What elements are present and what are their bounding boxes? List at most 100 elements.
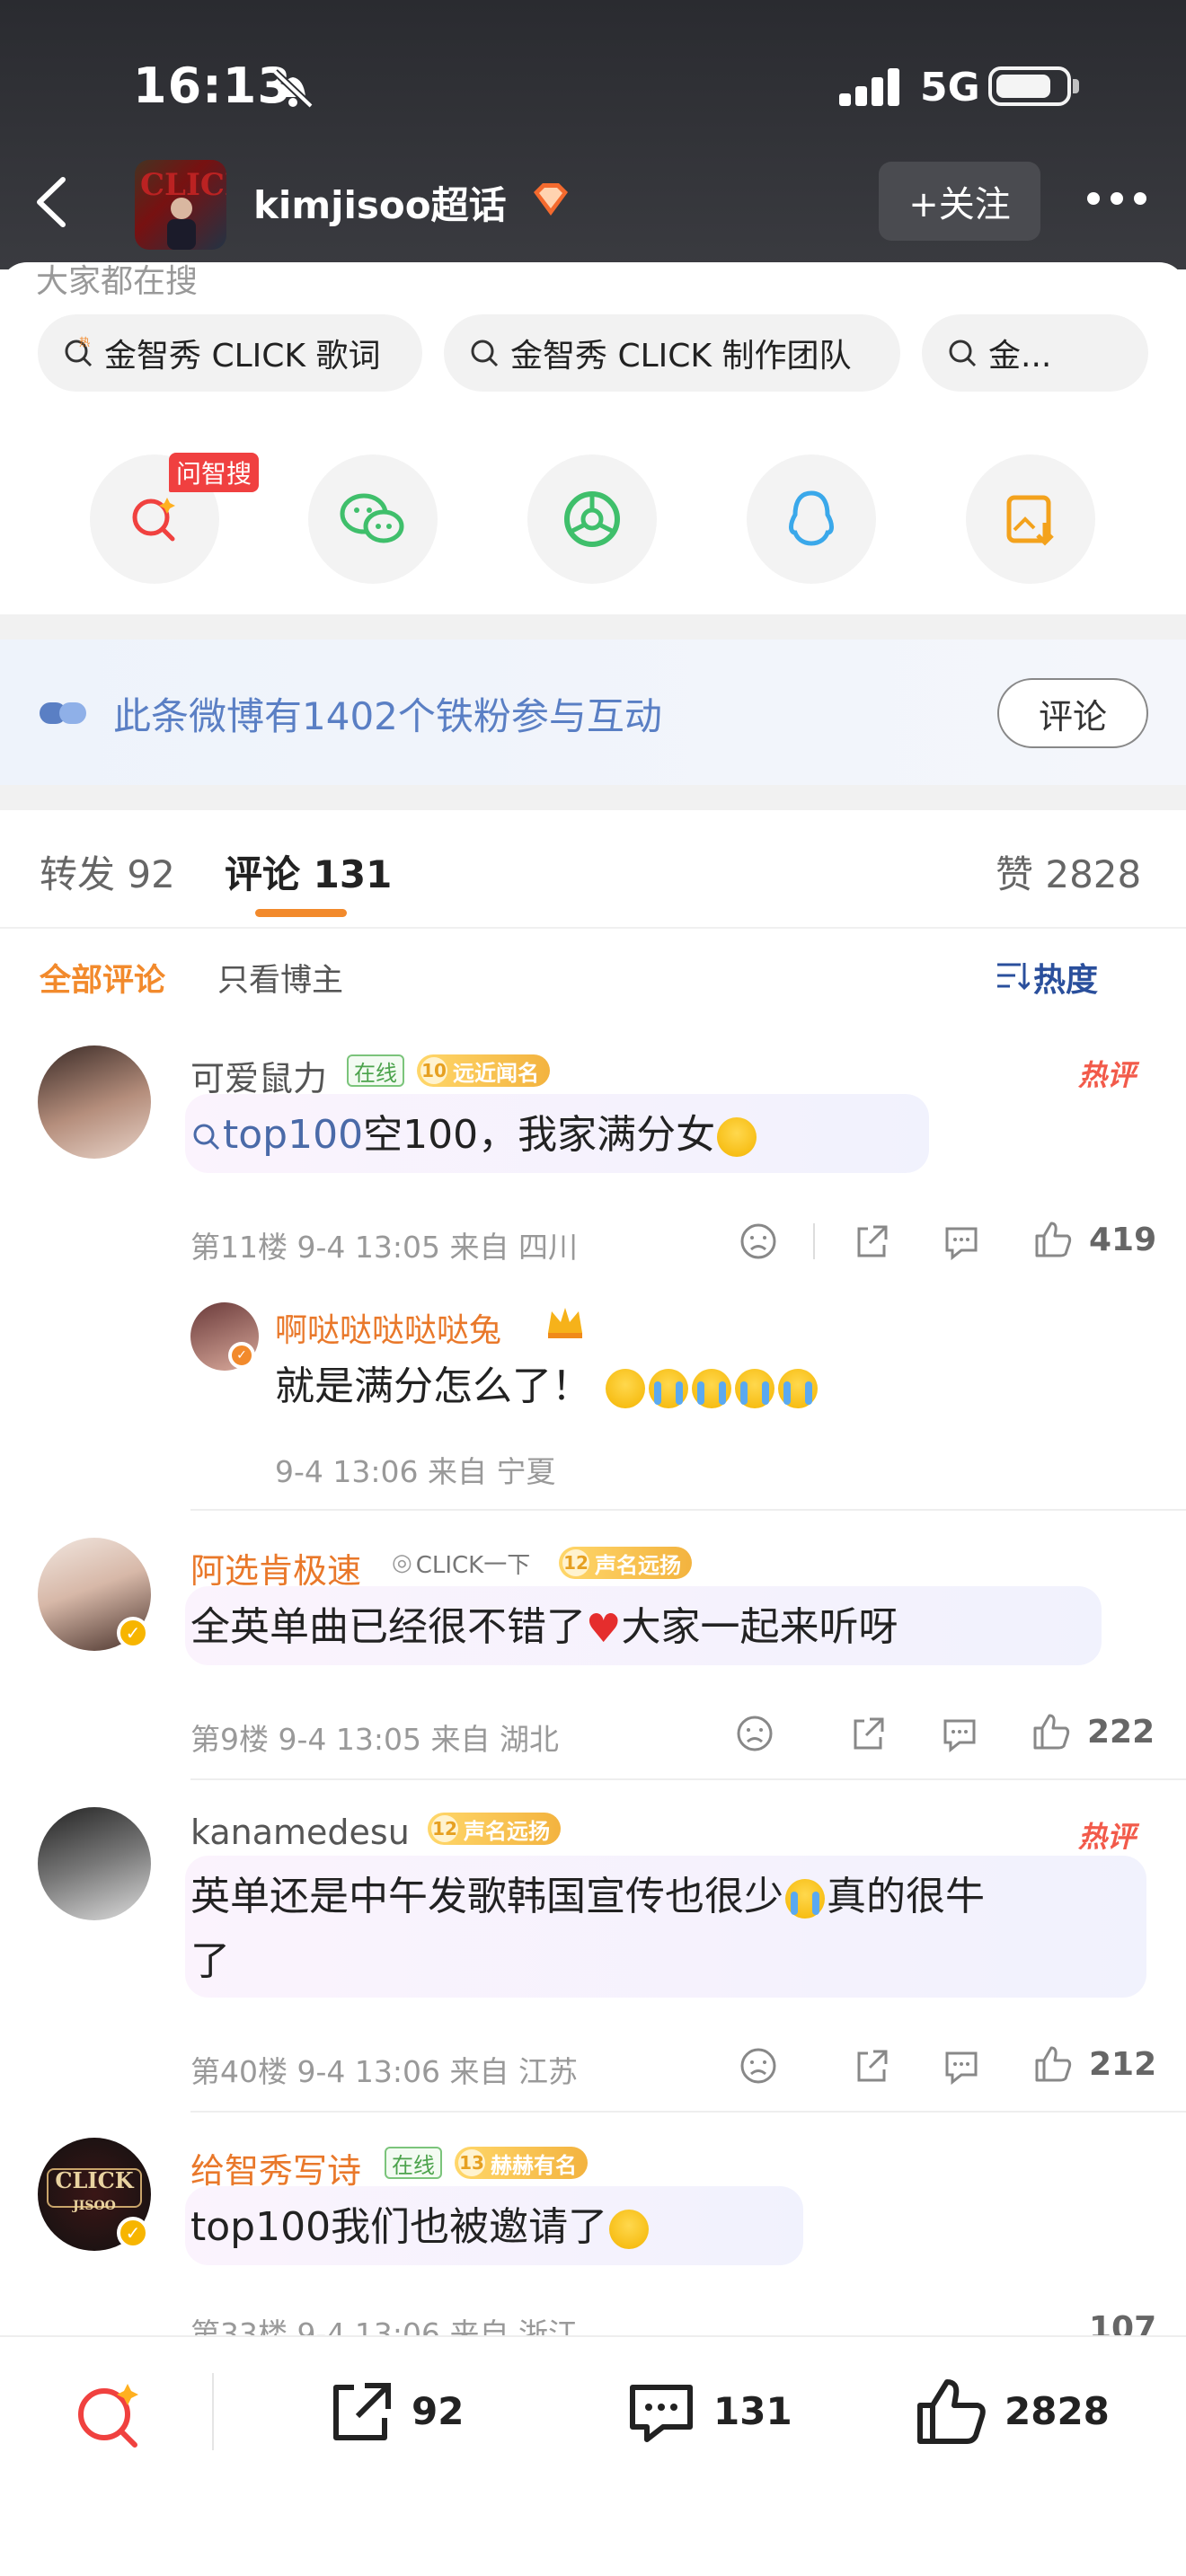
share-icon[interactable]: [852, 2046, 891, 2086]
comment-username[interactable]: 可爱鼠力: [190, 1051, 327, 1100]
divider: [813, 1223, 815, 1259]
comment-text: top100空100，我家满分女: [190, 1103, 758, 1168]
emoji: [717, 1117, 757, 1157]
reply-icon[interactable]: [942, 2046, 981, 2086]
rank-tag: 12 声名远扬: [428, 1813, 561, 1845]
dislike-icon[interactable]: [735, 1714, 774, 1753]
reply-text: 就是满分怎么了！: [275, 1354, 819, 1419]
smart-search-icon: [132, 498, 175, 542]
reply-icon[interactable]: [942, 1222, 981, 1261]
network-label: 5G: [920, 65, 980, 110]
like-icon[interactable]: [1033, 1220, 1073, 1259]
super-topic-badge-icon: [534, 183, 568, 216]
comment-icon[interactable]: [625, 2377, 697, 2448]
divider: [212, 2373, 214, 2450]
share-wechat-button[interactable]: [308, 454, 438, 584]
battery-icon: [988, 66, 1071, 106]
like-count: 222: [1087, 1714, 1155, 1751]
sort-label[interactable]: 热度: [1033, 954, 1098, 1001]
smart-search-icon[interactable]: [72, 2378, 147, 2454]
tab-likes[interactable]: 赞 2828: [996, 844, 1141, 899]
like-icon[interactable]: [915, 2375, 988, 2448]
moments-icon: [564, 491, 620, 547]
rank-tag: 10 远近闻名: [417, 1054, 550, 1087]
sort-icon[interactable]: [994, 957, 1030, 993]
share-icon[interactable]: [852, 1222, 891, 1261]
comment-meta: 第40楼 9-4 13:06 来自 江苏: [190, 2054, 578, 2089]
online-tag: 在线: [385, 2147, 442, 2179]
panel-heading: 大家都在搜: [36, 263, 199, 295]
like-icon[interactable]: [1033, 2044, 1073, 2084]
comment-text: 全英单曲已经很不错了♥大家一起来听呀: [190, 1595, 898, 1662]
status-time: 16:13: [133, 57, 292, 114]
reply-username[interactable]: 啊哒哒哒哒哒兔: [275, 1304, 501, 1351]
search-chip[interactable]: 金...: [922, 314, 1148, 392]
tab-comments[interactable]: 评论 131: [225, 844, 392, 899]
comment-text: top100我们也被邀请了: [190, 2195, 651, 2260]
fans-icon: [40, 702, 86, 724]
divider: [190, 1509, 1186, 1511]
comment-text: 英单还是中午发歌韩国宣传也很少 真的很牛了: [190, 1874, 985, 1984]
comment-meta: 第9楼 9-4 13:05 来自 湖北: [190, 1722, 559, 1757]
separator: [0, 785, 1186, 810]
comment-meta: 第11楼 9-4 13:05 来自 四川: [190, 1230, 578, 1265]
comment-username[interactable]: kanamedesu: [190, 1813, 410, 1852]
topic-avatar[interactable]: CLICK: [135, 160, 226, 250]
rank-tag: 12 声名远扬: [559, 1547, 692, 1579]
divider: [190, 1778, 1186, 1780]
share-moments-button[interactable]: [527, 454, 657, 584]
back-arrow-icon[interactable]: [27, 171, 81, 234]
tab-underline: [255, 909, 347, 917]
comment-username[interactable]: 阿选肯极速: [190, 1543, 361, 1592]
avatar[interactable]: [38, 1045, 151, 1159]
tab-repost[interactable]: 转发 92: [40, 844, 175, 899]
dislike-icon[interactable]: [739, 2046, 778, 2086]
comment-count[interactable]: 131: [713, 2389, 792, 2433]
search-icon: [949, 340, 977, 367]
filter-all-comments[interactable]: 全部评论: [40, 955, 165, 1001]
page-title: kimjisoo超话: [253, 183, 507, 227]
more-icon[interactable]: [1087, 192, 1150, 210]
follow-button[interactable]: +关注: [879, 162, 1040, 241]
crown-icon: [548, 1308, 582, 1338]
search-chip[interactable]: 热 金智秀 CLICK 歌词: [38, 314, 422, 392]
svg-text:热: 热: [79, 336, 90, 348]
click-tag: ◎ CLICK一下: [392, 1549, 531, 1579]
search-icon: [193, 1124, 220, 1151]
rank-tag: 13 赫赫有名: [455, 2147, 588, 2179]
comment-username[interactable]: 给智秀写诗: [190, 2143, 361, 2192]
bottom-bar: [0, 2335, 1186, 2576]
search-icon: 热: [65, 336, 93, 367]
repost-icon[interactable]: [325, 2377, 397, 2448]
reply-icon[interactable]: [940, 1714, 979, 1753]
hot-comment-badge: 热评: [1078, 1058, 1137, 1092]
avatar[interactable]: [38, 1807, 151, 1920]
like-count[interactable]: 2828: [1005, 2389, 1110, 2433]
filter-author-only[interactable]: 只看博主: [217, 955, 343, 1001]
share-icon[interactable]: [848, 1714, 888, 1753]
dislike-icon[interactable]: [739, 1222, 778, 1261]
ask-tag: 问智搜: [169, 453, 260, 492]
emoji: [692, 1369, 731, 1408]
search-link[interactable]: top100: [223, 1112, 363, 1158]
repost-count[interactable]: 92: [412, 2389, 464, 2433]
emoji: [649, 1369, 688, 1408]
like-icon[interactable]: [1031, 1712, 1071, 1751]
comment-button[interactable]: 评论: [997, 678, 1148, 748]
avatar-logo: CLICK JISOO: [47, 2168, 142, 2213]
emoji: [606, 1369, 645, 1408]
emoji: [785, 1879, 825, 1919]
search-chip[interactable]: 金智秀 CLICK 制作团队: [444, 314, 900, 392]
divider: [0, 927, 1186, 929]
verified-badge: ✓: [228, 1342, 255, 1369]
mute-bell-icon: [272, 69, 314, 109]
share-qq-button[interactable]: [747, 454, 876, 584]
qq-icon: [789, 490, 834, 546]
divider: [190, 2111, 1186, 2113]
emoji: [735, 1369, 774, 1408]
separator: [0, 614, 1186, 640]
signal-icon: [839, 66, 902, 106]
save-image-button[interactable]: [966, 454, 1095, 584]
save-image-icon: [1006, 495, 1054, 546]
hot-comment-badge: 热评: [1078, 1820, 1137, 1854]
